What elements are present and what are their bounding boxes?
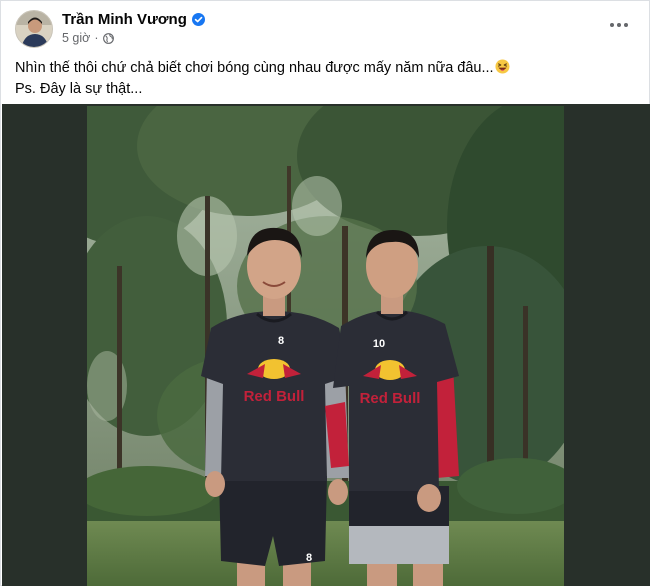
post-timestamp[interactable]: 5 giờ (62, 31, 90, 45)
author-avatar[interactable] (15, 10, 53, 48)
right-sponsor-text: Red Bull (360, 390, 421, 407)
laughing-emoji-icon (495, 59, 510, 74)
left-sponsor-text: Red Bull (244, 388, 305, 405)
left-jersey-number: 8 (278, 335, 284, 347)
caption-line-2: Ps. Đây là sự thật... (15, 81, 143, 97)
post-header: Trần Minh Vương 5 giờ · (1, 1, 650, 53)
more-options-icon[interactable] (605, 15, 633, 35)
post-meta: 5 giờ · (62, 31, 114, 45)
post-photo[interactable]: Red Bull 8 8 Red Bull 10 (87, 106, 564, 586)
post-media[interactable]: Red Bull 8 8 Red Bull 10 (2, 104, 650, 586)
right-jersey-number: 10 (373, 338, 385, 350)
left-shorts-number: 8 (306, 552, 312, 564)
caption-line-1: Nhìn thế thôi chứ chả biết chơi bóng cùn… (15, 60, 494, 76)
post-caption: Nhìn thế thôi chứ chả biết chơi bóng cùn… (15, 58, 635, 100)
facebook-post: Trần Minh Vương 5 giờ · Nhìn thế thôi ch… (0, 0, 650, 586)
verified-badge-icon (191, 13, 205, 26)
globe-icon[interactable] (102, 32, 114, 44)
meta-separator: · (94, 31, 99, 45)
author-name[interactable]: Trần Minh Vương (62, 11, 187, 28)
